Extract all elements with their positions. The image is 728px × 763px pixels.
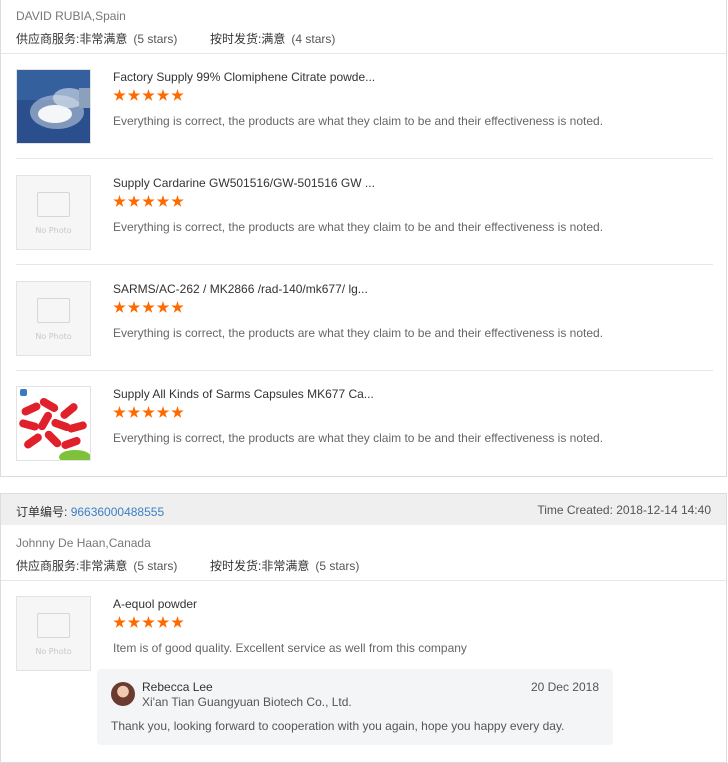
star-icon xyxy=(142,301,155,313)
product-thumbnail[interactable] xyxy=(16,69,91,144)
reply-author-name: Rebecca Lee xyxy=(142,680,213,694)
supplier-ratings: 供应商服务:非常满意 (5 stars) 按时发货:非常满意 (5 stars) xyxy=(16,557,359,574)
product-thumbnail[interactable]: No Photo xyxy=(16,281,91,356)
star-icon xyxy=(156,195,170,207)
star-icon xyxy=(171,89,184,101)
item-divider xyxy=(16,264,713,265)
buyer-name: Johnny De Haan,Canada xyxy=(16,536,151,550)
no-photo-placeholder: No Photo xyxy=(17,282,90,355)
product-title[interactable]: A-equol powder xyxy=(113,597,197,611)
delivery-value: 非常满意 xyxy=(261,559,310,573)
reply-date: 20 Dec 2018 xyxy=(530,680,599,694)
star-icon xyxy=(127,616,141,628)
star-icon xyxy=(156,406,170,418)
time-created: Time Created: 2018-12-14 14:40 xyxy=(537,503,711,517)
star-rating xyxy=(113,616,186,632)
review-comment: Everything is correct, the products are … xyxy=(113,220,604,234)
powder-photo-icon xyxy=(17,70,90,143)
star-icon xyxy=(142,89,155,101)
review-comment: Everything is correct, the products are … xyxy=(113,431,604,445)
product-thumbnail[interactable]: No Photo xyxy=(16,175,91,250)
product-title[interactable]: Supply All Kinds of Sarms Capsules MK677… xyxy=(113,387,374,401)
star-rating xyxy=(113,195,186,211)
order-number-label: 订单编号: 96636000488555 xyxy=(16,503,164,520)
star-icon xyxy=(142,616,155,628)
star-icon xyxy=(127,301,141,313)
supplier-service-label: 供应商服务: xyxy=(16,559,80,573)
supplier-reply: Rebecca Lee Xi'an Tian Guangyuan Biotech… xyxy=(97,669,613,745)
delivery-label: 按时发货: xyxy=(210,559,262,573)
star-icon xyxy=(127,195,141,207)
star-icon xyxy=(113,195,126,207)
star-rating xyxy=(113,89,186,105)
delivery-rating: 按时发货:满意 (4 stars) xyxy=(210,30,335,47)
delivery-stars-text: (4 stars) xyxy=(291,32,336,46)
delivery-rating: 按时发货:非常满意 (5 stars) xyxy=(210,557,359,574)
star-icon xyxy=(171,301,184,313)
supplier-service-value: 非常满意 xyxy=(79,559,128,573)
review-card: DAVID RUBIA,Spain 供应商服务:非常满意 (5 stars) 按时… xyxy=(0,0,727,477)
star-icon xyxy=(142,406,155,418)
supplier-service-stars-text: (5 stars) xyxy=(133,32,178,46)
review-comment: Everything is correct, the products are … xyxy=(113,114,604,128)
delivery-stars-text: (5 stars) xyxy=(315,559,360,573)
star-icon xyxy=(113,406,126,418)
star-icon xyxy=(113,301,126,313)
no-photo-text: No Photo xyxy=(35,647,72,656)
star-icon xyxy=(171,195,184,207)
product-title[interactable]: Factory Supply 99% Clomiphene Citrate po… xyxy=(113,70,375,84)
supplier-service-rating: 供应商服务:非常满意 (5 stars) xyxy=(16,30,177,47)
review-comment: Item is of good quality. Excellent servi… xyxy=(113,641,467,655)
order-number-link[interactable]: 96636000488555 xyxy=(71,505,164,519)
star-icon xyxy=(142,195,155,207)
star-icon xyxy=(156,301,170,313)
no-photo-placeholder: No Photo xyxy=(17,597,90,670)
image-placeholder-icon xyxy=(37,613,70,638)
no-photo-text: No Photo xyxy=(35,332,72,341)
item-divider xyxy=(16,158,713,159)
image-placeholder-icon xyxy=(37,298,70,323)
star-rating xyxy=(113,301,186,317)
order-header: 订单编号: 96636000488555 Time Created: 2018-… xyxy=(1,494,726,525)
star-rating xyxy=(113,406,186,422)
supplier-service-rating: 供应商服务:非常满意 (5 stars) xyxy=(16,557,177,574)
star-icon xyxy=(113,616,126,628)
divider xyxy=(1,580,726,581)
product-title[interactable]: SARMS/AC-262 / MK2866 /rad-140/mk677/ lg… xyxy=(113,282,368,296)
star-icon xyxy=(127,406,141,418)
capsules-photo-icon xyxy=(17,387,90,460)
order-label-text: 订单编号: xyxy=(16,505,68,519)
image-placeholder-icon xyxy=(37,192,70,217)
star-icon xyxy=(156,89,170,101)
review-comment: Everything is correct, the products are … xyxy=(113,326,604,340)
review-card: 订单编号: 96636000488555 Time Created: 2018-… xyxy=(0,493,727,763)
star-icon xyxy=(171,406,184,418)
reply-company: Xi'an Tian Guangyuan Biotech Co., Ltd. xyxy=(142,695,352,709)
star-icon xyxy=(171,616,184,628)
star-icon xyxy=(127,89,141,101)
avatar xyxy=(111,682,135,706)
supplier-service-stars-text: (5 stars) xyxy=(133,559,178,573)
product-title[interactable]: Supply Cardarine GW501516/GW-501516 GW .… xyxy=(113,176,375,190)
delivery-value: 满意 xyxy=(261,32,286,46)
supplier-ratings: 供应商服务:非常满意 (5 stars) 按时发货:满意 (4 stars) xyxy=(16,30,335,47)
delivery-label: 按时发货: xyxy=(210,32,262,46)
item-divider xyxy=(16,370,713,371)
star-icon xyxy=(156,616,170,628)
no-photo-text: No Photo xyxy=(35,226,72,235)
no-photo-placeholder: No Photo xyxy=(17,176,90,249)
divider xyxy=(1,53,726,54)
supplier-service-value: 非常满意 xyxy=(79,32,128,46)
buyer-name: DAVID RUBIA,Spain xyxy=(16,9,126,23)
product-thumbnail[interactable] xyxy=(16,386,91,461)
star-icon xyxy=(113,89,126,101)
supplier-service-label: 供应商服务: xyxy=(16,32,80,46)
product-thumbnail[interactable]: No Photo xyxy=(16,596,91,671)
reply-text: Thank you, looking forward to cooperatio… xyxy=(111,719,565,733)
